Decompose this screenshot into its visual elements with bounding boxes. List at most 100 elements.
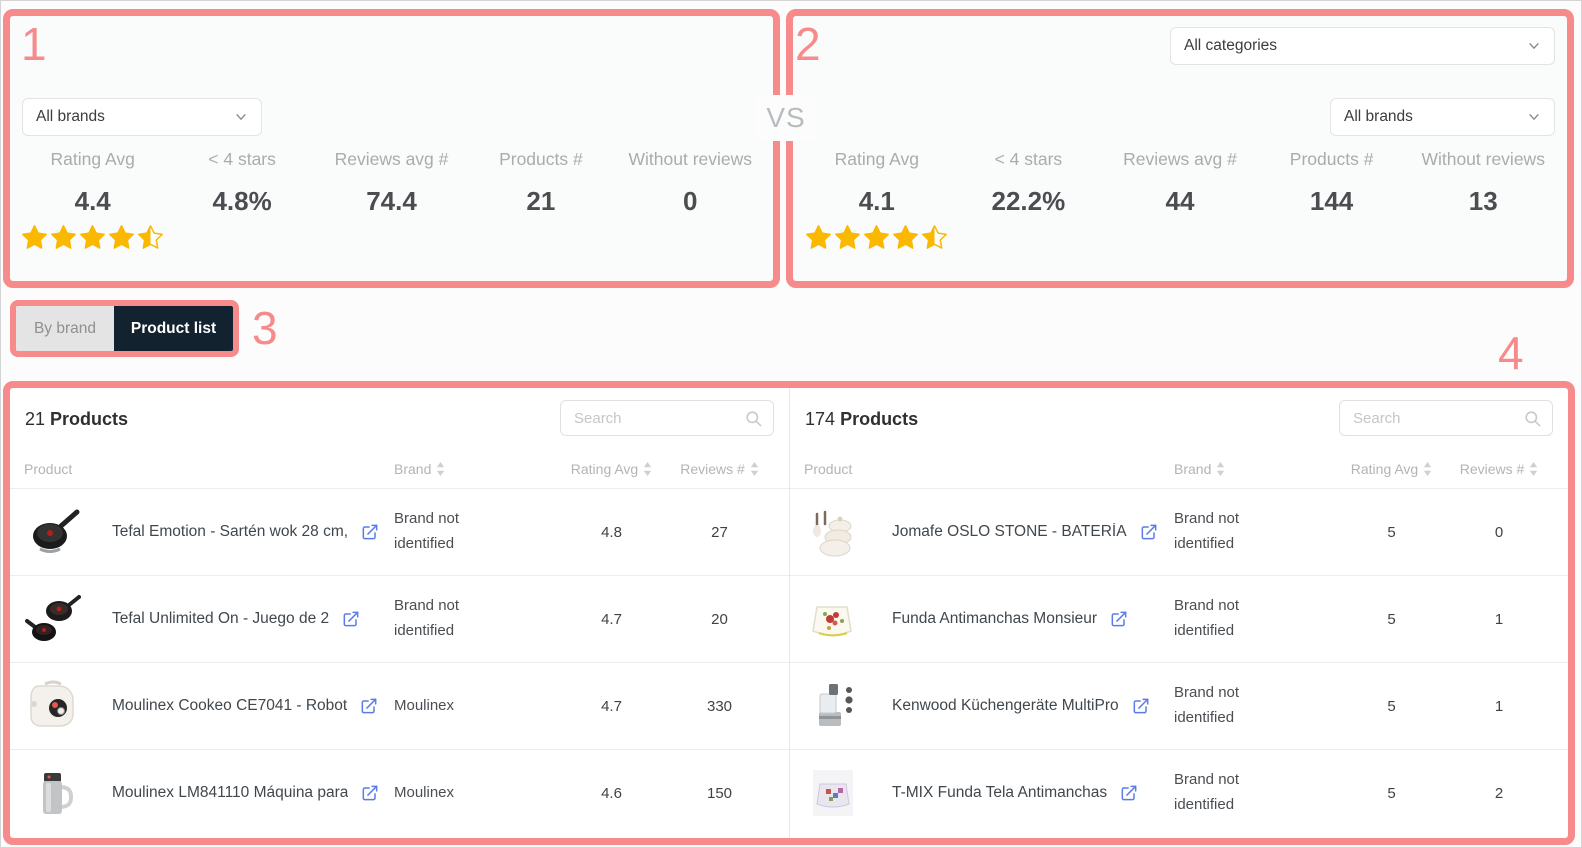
column-header-brand[interactable]: Brand <box>394 461 559 477</box>
star-rating <box>18 224 167 251</box>
product-brand: Brand not identified <box>1174 681 1292 731</box>
product-brand: Brand not identified <box>394 594 512 644</box>
product-rating: 5 <box>1339 524 1444 541</box>
brand-filter-value-left: All brands <box>36 108 105 126</box>
table-column-headers: Product Brand Rating Avg Reviews # <box>790 450 1568 488</box>
product-tables-panel: 21 Products Product Brand Rating Avg Rev… <box>3 381 1575 845</box>
stat-4-stars: < 4 stars 22.2% <box>953 149 1105 251</box>
sort-icon <box>436 462 445 476</box>
chevron-down-icon <box>1527 110 1541 124</box>
product-table-left: 21 Products Product Brand Rating Avg Rev… <box>10 388 789 838</box>
product-row: Tefal Emotion - Sartén wok 28 cm, Brand … <box>10 488 789 575</box>
competitor-panel-left: All brands Rating Avg 4.4 < 4 stars 4.8%… <box>3 9 780 288</box>
external-link-icon[interactable] <box>360 783 380 803</box>
external-link-icon[interactable] <box>1131 696 1151 716</box>
column-header-product: Product <box>804 461 1174 477</box>
product-brand: Brand not identified <box>1174 507 1292 557</box>
product-thumbnail <box>804 590 862 648</box>
sort-icon <box>1216 462 1225 476</box>
annotation-number-2: 2 <box>795 21 821 67</box>
cookware-set-image <box>805 504 861 560</box>
stat-products: Products # 144 <box>1256 149 1408 251</box>
search-box[interactable] <box>560 400 774 436</box>
column-header-rating[interactable]: Rating Avg <box>559 461 664 477</box>
competitor-comparison-dashboard: All brands Rating Avg 4.4 < 4 stars 4.8%… <box>0 0 1582 848</box>
column-header-brand[interactable]: Brand <box>1174 461 1339 477</box>
competitor-panel-right: All categories All brands Rating Avg 4.1… <box>786 9 1574 288</box>
star-icon <box>79 224 106 251</box>
stat-without-reviews: Without reviews 0 <box>616 149 765 251</box>
star-icon <box>834 224 861 251</box>
product-reviews: 1 <box>1444 698 1554 715</box>
product-name: Jomafe OSLO STONE - BATERÍA <box>892 522 1174 542</box>
multicooker-image <box>25 678 81 734</box>
stat-4-stars: < 4 stars 4.8% <box>167 149 316 251</box>
by-brand-tab[interactable]: By brand <box>16 306 114 351</box>
product-name: Funda Antimanchas Monsieur <box>892 609 1174 629</box>
product-row: Moulinex Cookeo CE7041 - Robot Moulinex … <box>10 662 789 749</box>
external-link-icon[interactable] <box>359 696 379 716</box>
star-icon <box>108 224 135 251</box>
product-reviews: 27 <box>664 524 775 541</box>
product-brand: Brand not identified <box>1174 768 1292 818</box>
stats-row-left: Rating Avg 4.4 < 4 stars 4.8% Reviews av… <box>18 149 765 251</box>
product-name: Tefal Unlimited On - Juego de 2 <box>112 609 394 629</box>
product-name: Moulinex Cookeo CE7041 - Robot <box>112 696 394 716</box>
stat-reviews-avg: Reviews avg # 44 <box>1104 149 1256 251</box>
brand-filter-select-left[interactable]: All brands <box>22 98 262 136</box>
external-link-icon[interactable] <box>1109 609 1129 629</box>
star-icon <box>137 224 164 251</box>
product-thumbnail <box>804 764 862 822</box>
product-row: Funda Antimanchas Monsieur Brand not ide… <box>790 575 1568 662</box>
product-row: Jomafe OSLO STONE - BATERÍA Brand not id… <box>790 488 1568 575</box>
product-rating: 4.7 <box>559 698 664 715</box>
product-name: T-MIX Funda Tela Antimanchas <box>892 783 1174 803</box>
versus-label: VS <box>755 95 817 141</box>
sort-icon <box>1529 462 1538 476</box>
view-toggle: By brand Product list <box>10 300 239 357</box>
stats-row-right: Rating Avg 4.1 < 4 stars 22.2% Reviews a… <box>801 149 1559 251</box>
product-thumbnail <box>804 503 862 561</box>
product-name: Kenwood Küchengeräte MultiPro <box>892 696 1174 716</box>
product-thumbnail <box>24 503 82 561</box>
category-filter-select-right[interactable]: All categories <box>1170 27 1555 65</box>
product-name: Tefal Emotion - Sartén wok 28 cm, <box>112 522 394 542</box>
star-icon <box>805 224 832 251</box>
table-title: 21 Products <box>25 409 128 430</box>
column-header-reviews[interactable]: Reviews # <box>664 461 775 477</box>
stat-reviews-avg: Reviews avg # 74.4 <box>317 149 466 251</box>
external-link-icon[interactable] <box>341 609 361 629</box>
product-reviews: 0 <box>1444 524 1554 541</box>
product-brand: Moulinex <box>394 694 512 719</box>
product-list-tab[interactable]: Product list <box>114 306 233 351</box>
external-link-icon[interactable] <box>1139 522 1159 542</box>
brand-filter-select-right[interactable]: All brands <box>1330 98 1555 136</box>
sort-icon <box>750 462 759 476</box>
product-brand: Moulinex <box>394 781 512 806</box>
annotation-number-1: 1 <box>21 21 47 67</box>
column-header-product: Product <box>24 461 394 477</box>
product-rating: 5 <box>1339 611 1444 628</box>
sort-icon <box>643 462 652 476</box>
product-rating: 4.7 <box>559 611 664 628</box>
fabric-cover-image <box>805 765 861 821</box>
external-link-icon[interactable] <box>1119 783 1139 803</box>
column-header-rating[interactable]: Rating Avg <box>1339 461 1444 477</box>
search-icon <box>1523 409 1542 428</box>
search-box[interactable] <box>1339 400 1553 436</box>
search-input[interactable] <box>1353 410 1523 427</box>
star-icon <box>892 224 919 251</box>
category-filter-value-right: All categories <box>1184 37 1277 55</box>
product-reviews: 20 <box>664 611 775 628</box>
product-row: T-MIX Funda Tela Antimanchas Brand not i… <box>790 749 1568 836</box>
search-input[interactable] <box>574 410 744 427</box>
column-header-reviews[interactable]: Reviews # <box>1444 461 1554 477</box>
table-rows: Tefal Emotion - Sartén wok 28 cm, Brand … <box>10 488 789 836</box>
product-count: 21 <box>25 409 45 429</box>
product-reviews: 150 <box>664 785 775 802</box>
annotation-number-4: 4 <box>1498 330 1524 376</box>
product-row: Kenwood Küchengeräte MultiPro Brand not … <box>790 662 1568 749</box>
stat-rating-avg: Rating Avg 4.4 <box>18 149 167 251</box>
stat-rating-avg: Rating Avg 4.1 <box>801 149 953 251</box>
external-link-icon[interactable] <box>360 522 380 542</box>
